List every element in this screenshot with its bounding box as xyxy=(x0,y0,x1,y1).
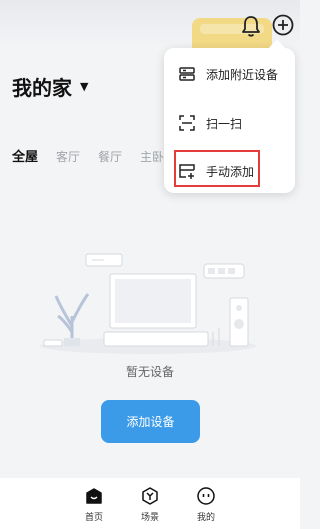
nav-profile-label: 我的 xyxy=(196,513,215,523)
menu-item-scan[interactable]: 扫一扫 xyxy=(178,112,290,134)
add-device-button[interactable]: 添加设备 xyxy=(101,400,200,443)
bottom-navigation: 首页 场景 我的 xyxy=(0,478,300,529)
menu-item-add-nearby-label: 添加附近设备 xyxy=(206,67,279,82)
nav-home[interactable]: 首页 xyxy=(75,478,113,529)
tab-master-bedroom[interactable]: 主卧 xyxy=(140,148,164,165)
menu-item-scan-label: 扫一扫 xyxy=(206,116,243,131)
caret-down-icon: ▼ xyxy=(80,80,89,93)
plus-circle-icon[interactable] xyxy=(272,14,294,36)
tab-dining-room[interactable]: 餐厅 xyxy=(98,148,122,165)
home-icon xyxy=(86,488,102,504)
manual-add-highlight xyxy=(174,150,260,187)
bell-icon[interactable] xyxy=(240,14,262,38)
home-selector[interactable]: 我的家 ▼ xyxy=(12,72,88,101)
room-tabs: 全屋 客厅 餐厅 主卧 xyxy=(12,146,164,165)
empty-state-message: 暂无设备 xyxy=(125,365,174,379)
empty-devices-illustration xyxy=(40,253,256,354)
menu-item-add-nearby[interactable]: 添加附近设备 xyxy=(178,63,290,85)
nearby-devices-icon xyxy=(179,67,195,81)
nav-profile[interactable]: 我的 xyxy=(187,478,225,529)
tab-all-rooms[interactable]: 全屋 xyxy=(12,146,38,165)
scan-icon xyxy=(179,115,195,131)
home-name: 我的家 xyxy=(12,76,72,100)
nav-scene-label: 场景 xyxy=(140,513,159,523)
scene-icon xyxy=(142,487,158,505)
tab-living-room[interactable]: 客厅 xyxy=(56,148,80,165)
nav-scene[interactable]: 场景 xyxy=(131,478,169,529)
profile-icon xyxy=(197,487,215,505)
nav-home-label: 首页 xyxy=(84,513,103,523)
